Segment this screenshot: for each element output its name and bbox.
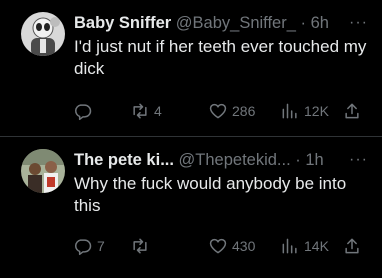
share-button[interactable] (342, 234, 362, 258)
share-icon (345, 103, 359, 119)
display-name[interactable]: The pete ki... (74, 151, 174, 169)
tweet-text: Why the fuck would anybody be into this (74, 174, 347, 215)
view-count: 14K (304, 238, 329, 254)
reply-icon (75, 239, 92, 256)
like-count: 430 (232, 238, 256, 254)
display-name[interactable]: Baby Sniffer (74, 14, 171, 32)
retweet-icon (133, 238, 147, 254)
views-button[interactable]: 12K (280, 99, 329, 123)
views-icon (282, 238, 297, 254)
retweet-button[interactable]: 4 (130, 99, 162, 123)
like-button[interactable]: 286 (208, 99, 255, 123)
share-button[interactable] (342, 99, 362, 123)
views-icon (282, 103, 297, 119)
tweet-header: Baby Sniffer @Baby_Sniffer_ · 6h ··· (74, 12, 374, 34)
timestamp[interactable]: 6h (311, 14, 329, 32)
tweet[interactable]: Baby Sniffer @Baby_Sniffer_ · 6h ··· I'd… (0, 0, 382, 136)
username-handle[interactable]: @Baby_Sniffer_ (176, 14, 296, 32)
reply-count: 7 (97, 238, 105, 254)
retweet-icon (133, 103, 147, 119)
username-handle[interactable]: @Thepetekid... (179, 151, 291, 169)
more-icon[interactable]: ··· (349, 149, 368, 171)
reply-button[interactable]: 7 (73, 234, 105, 258)
like-button[interactable]: 430 (208, 234, 255, 258)
avatar[interactable] (21, 12, 65, 56)
timestamp[interactable]: 1h (305, 151, 323, 169)
retweet-button[interactable] (130, 234, 154, 258)
more-icon[interactable]: ··· (349, 12, 368, 34)
share-icon (345, 238, 359, 254)
retweet-count: 4 (154, 103, 162, 119)
avatar[interactable] (21, 149, 65, 193)
like-icon (209, 103, 227, 119)
tweet-text: I'd just nut if her teeth ever touched m… (74, 37, 367, 78)
action-bar: 7 430 14K (70, 234, 374, 258)
views-button[interactable]: 14K (280, 234, 329, 258)
reply-icon (75, 104, 92, 121)
tweet[interactable]: The pete ki... @Thepetekid... · 1h ··· W… (0, 137, 382, 278)
like-count: 286 (232, 103, 256, 119)
tweet-header: The pete ki... @Thepetekid... · 1h ··· (74, 149, 374, 171)
timeline-feed: Baby Sniffer @Baby_Sniffer_ · 6h ··· I'd… (0, 0, 382, 278)
view-count: 12K (304, 103, 329, 119)
reply-button[interactable] (73, 99, 97, 123)
separator-dot: · (295, 151, 301, 169)
action-bar: 4 286 12K (70, 99, 374, 123)
separator-dot: · (300, 14, 306, 32)
like-icon (209, 238, 227, 254)
